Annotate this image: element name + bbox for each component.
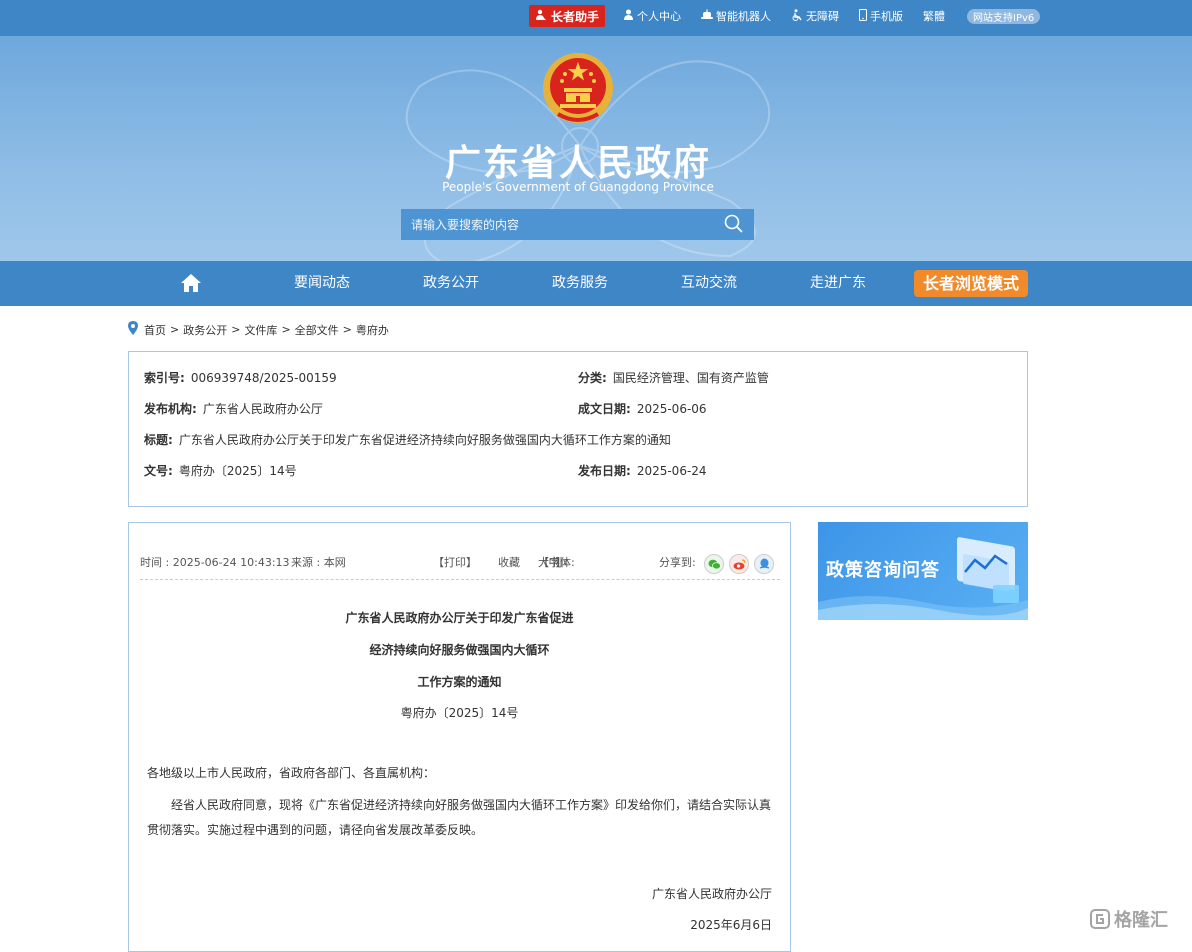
article-body-line-2: 贯彻落实。实施过程中遇到的问题，请径向省发展改革委反映。 (147, 823, 484, 837)
site-title: 广东省人民政府 (444, 143, 711, 184)
location-icon (128, 321, 138, 338)
nav-interaction[interactable]: 互动交流 (681, 261, 737, 306)
article-time: 时间 : 2025-06-24 10:43:13 (140, 556, 290, 569)
document-meta-box: 索引号: 006939748/2025-00159 分类: 国民经济管理、国有资产监… (128, 351, 1028, 507)
home-icon[interactable] (180, 273, 202, 297)
breadcrumb-file-library[interactable]: 文件库 (244, 322, 277, 338)
robot-link[interactable]: 智能机器人 (701, 5, 771, 27)
search-icon[interactable] (724, 214, 744, 238)
meta-category: 分类: 国民经济管理、国有资产监管 (578, 371, 769, 385)
wechat-icon[interactable] (704, 554, 724, 574)
article-title-line-3: 工作方案的通知 (417, 675, 502, 689)
article-title-line-1: 广东省人民政府办公厅关于印发广东省促进 (345, 611, 574, 625)
accessibility-link[interactable]: 无障碍 (791, 5, 839, 27)
article-doc-number: 粤府办〔2025〕14号 (400, 706, 519, 720)
watermark: 格隆汇 (1090, 906, 1168, 932)
article-salutation: 各地级以上市人民政府，省政府各部门、各直属机构： (147, 766, 436, 780)
meta-published-date: 发布日期: 2025-06-24 (578, 464, 707, 478)
top-bar: 长者助手 个人中心 智能机器人 无障碍 手机版 繁體 网站支持IPv6 (0, 0, 1192, 36)
meta-written-date: 成文日期: 2025-06-06 (578, 402, 707, 416)
personal-center-link[interactable]: 个人中心 (623, 5, 681, 27)
wave-decoration (818, 596, 1028, 620)
weibo-icon[interactable] (729, 554, 749, 574)
article-panel: 时间 : 2025-06-24 10:43:13 来源 : 本网 【打印】 收藏… (128, 522, 791, 952)
site-subtitle: People's Government of Guangdong Provinc… (442, 180, 714, 194)
breadcrumb: 首页 > 政务公开 > 文件库 > 全部文件 > 粤府办 (128, 321, 389, 338)
meta-index: 索引号: 006939748/2025-00159 (144, 371, 337, 385)
policy-qa-text: 政策咨询问答 (826, 560, 940, 581)
elder-mode-button[interactable]: 长者浏览模式 (914, 270, 1028, 297)
font-size-control: 【字体: 大 中 小 】 (538, 554, 575, 570)
breadcrumb-gov-affairs[interactable]: 政务公开 (183, 322, 227, 338)
nav-gov-affairs[interactable]: 政务公开 (423, 261, 479, 306)
meta-title: 标题: 广东省人民政府办公厅关于印发广东省促进经济持续向好服务做强国内大循环工作方… (144, 433, 671, 447)
accessibility-icon (791, 8, 803, 24)
article-toolbar: 时间 : 2025-06-24 10:43:13 来源 : 本网 【打印】 收藏… (140, 554, 780, 580)
header-banner: 广东省人民政府 People's Government of Guangdong… (0, 36, 1192, 261)
phone-icon (859, 8, 868, 24)
robot-icon (701, 9, 714, 23)
breadcrumb-current[interactable]: 粤府办 (356, 322, 389, 338)
policy-qa-banner[interactable]: 政策咨询问答 (818, 522, 1028, 620)
elder-helper-icon (535, 9, 547, 24)
meta-doc-number: 文号: 粤府办〔2025〕14号 (144, 464, 297, 478)
article-title-line-2: 经济持续向好服务做强国内大循环 (369, 643, 550, 657)
qq-icon[interactable] (754, 554, 774, 574)
share-label: 分享到: (659, 556, 696, 569)
national-emblem-icon (543, 53, 613, 123)
nav-gov-services[interactable]: 政务服务 (552, 261, 608, 306)
article-sign-date: 2025年6月6日 (690, 918, 772, 932)
watermark-logo-icon (1090, 909, 1110, 929)
elder-helper-button[interactable]: 长者助手 (529, 5, 606, 27)
traditional-chinese-link[interactable]: 繁體 (923, 5, 945, 27)
article-sign-org: 广东省人民政府办公厅 (651, 887, 772, 901)
font-large-button[interactable]: 大 (538, 554, 549, 570)
user-icon (623, 9, 634, 23)
print-button[interactable]: 【打印】 (433, 554, 477, 570)
search-input[interactable] (411, 217, 711, 232)
favorite-button[interactable]: 收藏 (498, 554, 520, 570)
nav-news[interactable]: 要闻动态 (294, 261, 350, 306)
breadcrumb-all-files[interactable]: 全部文件 (295, 322, 339, 338)
article-source: 来源 : 本网 (291, 556, 346, 569)
main-nav: 要闻动态 政务公开 政务服务 互动交流 走进广东 长者浏览模式 (0, 261, 1192, 306)
breadcrumb-home[interactable]: 首页 (144, 322, 166, 338)
mobile-link[interactable]: 手机版 (859, 5, 903, 27)
ipv6-badge: 网站支持IPv6 (967, 8, 1041, 24)
elder-helper-label: 长者助手 (551, 9, 600, 24)
article-body-line-1: 经省人民政府同意，现将《广东省促进经济持续向好服务做强国内大循环工作方案》印发给… (171, 798, 772, 812)
meta-publisher: 发布机构: 广东省人民政府办公厅 (144, 402, 323, 416)
search-bar (401, 209, 754, 240)
nav-about-guangdong[interactable]: 走进广东 (810, 261, 866, 306)
